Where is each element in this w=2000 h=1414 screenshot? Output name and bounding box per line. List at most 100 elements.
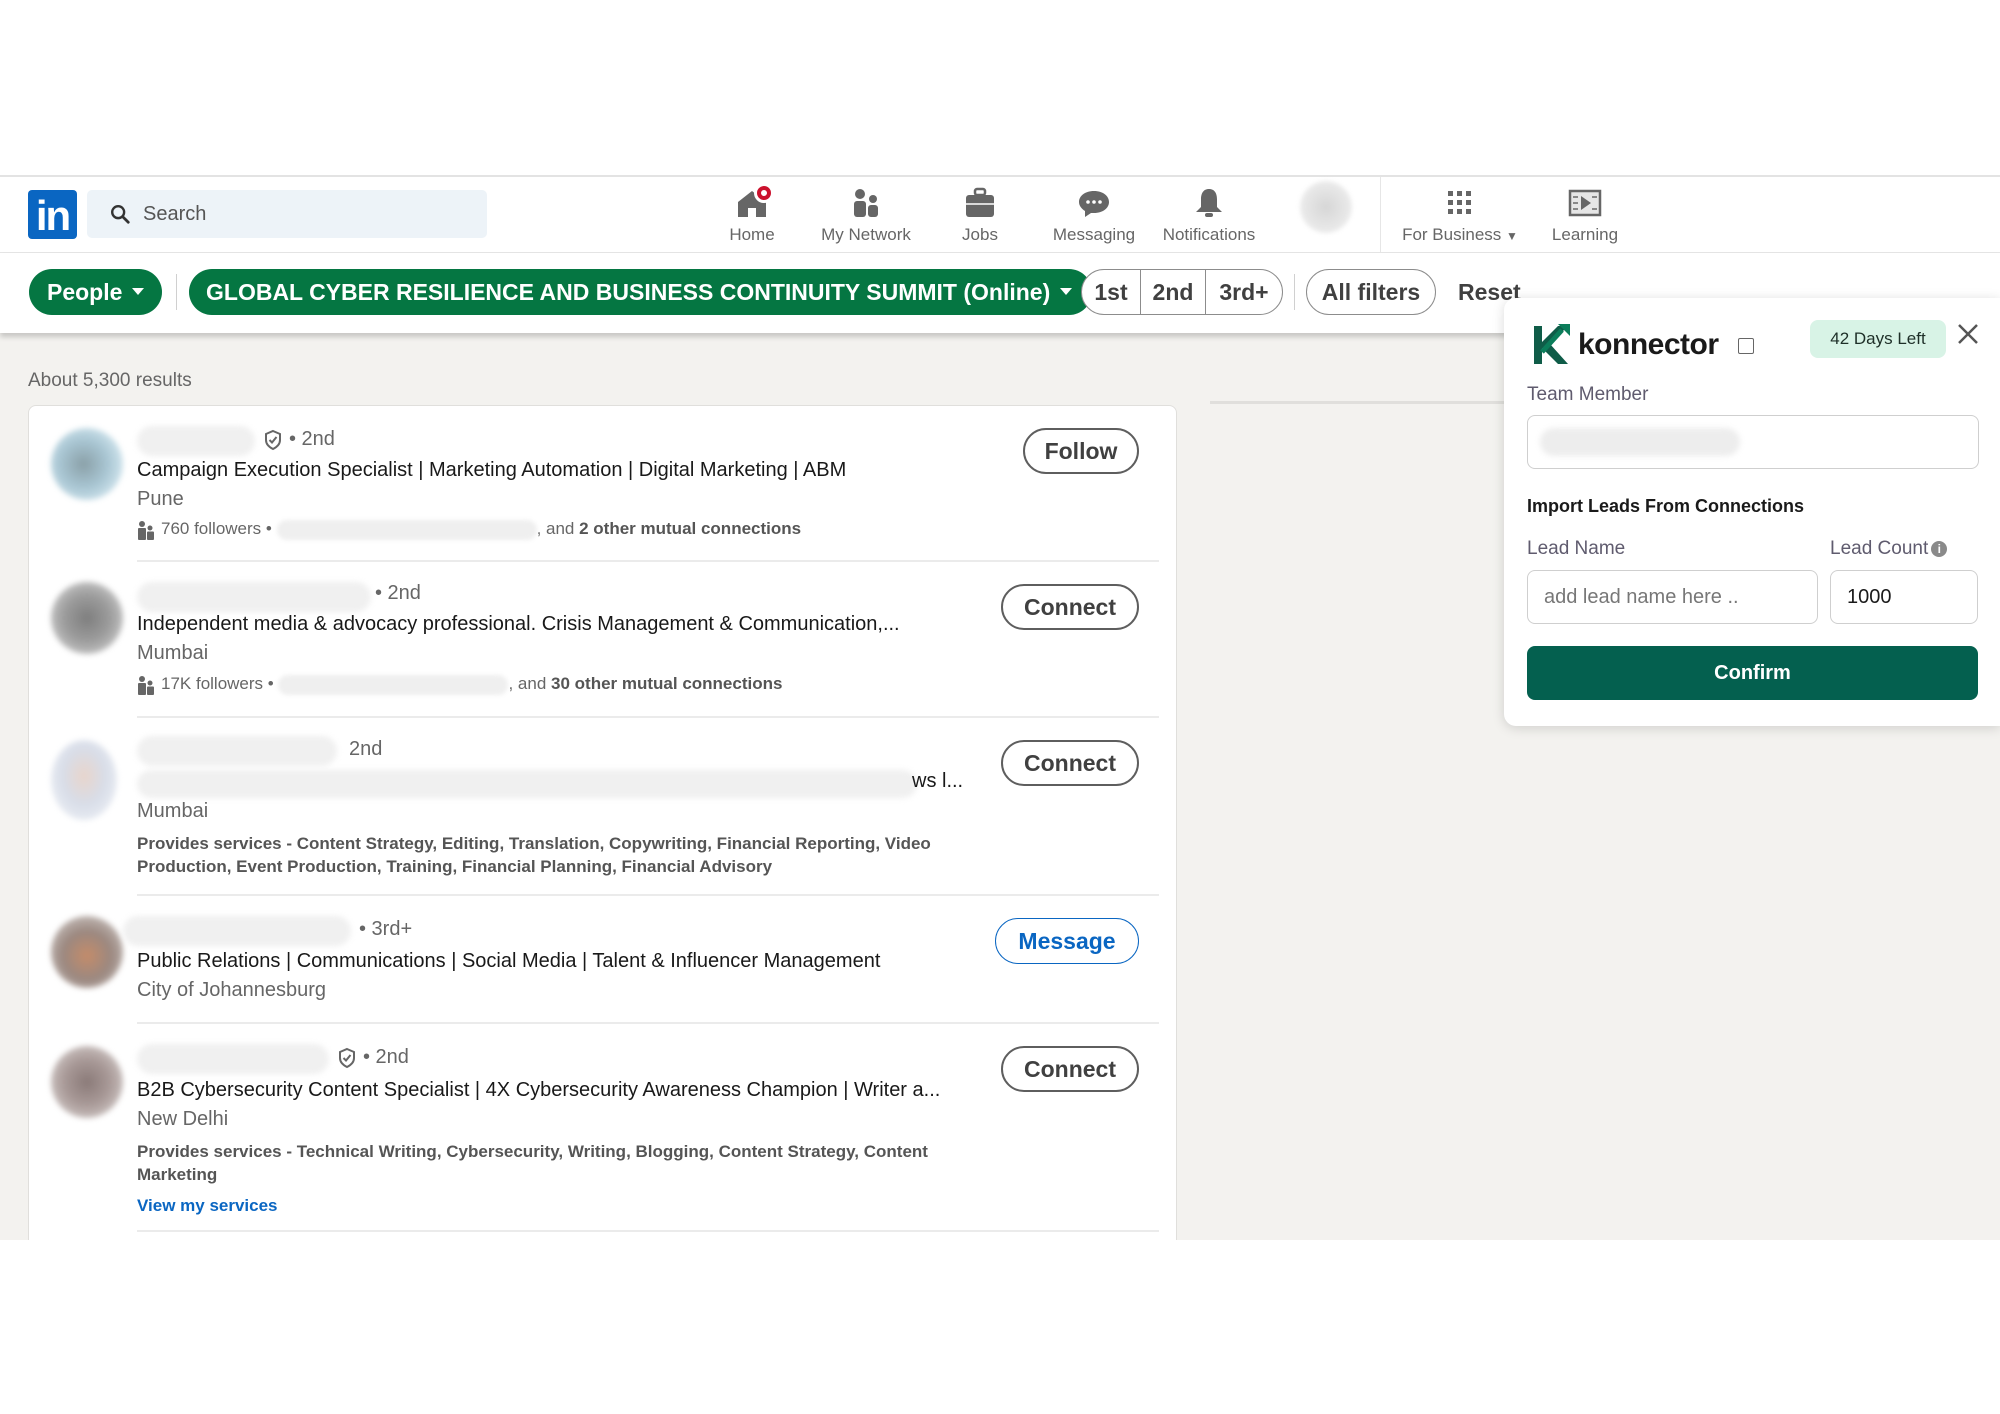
caret-down-icon: ▼ bbox=[1506, 229, 1518, 243]
nav-my-network-label: My Network bbox=[821, 225, 911, 244]
avatar[interactable] bbox=[51, 740, 117, 820]
nav-for-business-label: For Business ▼ bbox=[1402, 225, 1518, 244]
confirm-button[interactable]: Confirm bbox=[1527, 646, 1978, 700]
connect-button[interactable]: Connect bbox=[1001, 1046, 1139, 1092]
close-icon[interactable] bbox=[1954, 320, 1982, 348]
degree-3rd-label: 3rd+ bbox=[1219, 279, 1269, 305]
linkedin-logo[interactable]: in bbox=[28, 190, 77, 239]
name-redacted[interactable] bbox=[137, 582, 371, 612]
lead-name-input[interactable] bbox=[1527, 570, 1818, 624]
filter-divider bbox=[1294, 274, 1295, 310]
message-icon bbox=[1076, 185, 1112, 221]
nav-home[interactable]: Home bbox=[712, 183, 792, 249]
nav-for-business[interactable]: For Business ▼ bbox=[1394, 185, 1526, 249]
result-location: Mumbai bbox=[137, 800, 209, 822]
view-services-link[interactable]: View my services bbox=[137, 1196, 278, 1216]
people-filter-button[interactable]: People bbox=[29, 269, 163, 315]
nav-learning-label: Learning bbox=[1551, 225, 1619, 244]
result-location: City of Johannesburg bbox=[137, 979, 327, 1001]
mutual-connections-link[interactable]: 2 other mutual connections bbox=[579, 519, 801, 538]
avatar[interactable] bbox=[51, 428, 123, 500]
results-count: About 5,300 results bbox=[28, 370, 192, 391]
notification-badge bbox=[754, 183, 774, 203]
mutual-connections-link[interactable]: 30 other mutual connections bbox=[551, 674, 782, 693]
all-filters-button[interactable]: All filters bbox=[1306, 269, 1436, 315]
result-location: Mumbai bbox=[137, 642, 209, 664]
people-icon bbox=[138, 675, 154, 695]
event-filter-button[interactable]: GLOBAL CYBER RESILIENCE AND BUSINESS CON… bbox=[189, 269, 1093, 315]
nav-jobs[interactable]: Jobs bbox=[940, 185, 1020, 249]
avatar[interactable] bbox=[51, 582, 123, 654]
verified-shield-icon bbox=[339, 1047, 355, 1068]
nav-my-network[interactable]: My Network bbox=[810, 185, 922, 249]
grid-icon bbox=[1442, 185, 1478, 221]
profile-avatar[interactable] bbox=[1300, 181, 1352, 233]
nav-notifications-label: Notifications bbox=[1162, 225, 1256, 244]
info-icon[interactable]: i bbox=[1931, 540, 1948, 557]
event-filter-label: GLOBAL CYBER RESILIENCE AND BUSINESS CON… bbox=[206, 279, 1051, 305]
result-item: • 3rd+ Public Relations | Communications… bbox=[29, 896, 1178, 1024]
lead-count-input[interactable] bbox=[1830, 570, 1978, 624]
result-item: • 2nd Campaign Execution Specialist | Ma… bbox=[29, 406, 1178, 562]
message-button[interactable]: Message bbox=[995, 918, 1139, 964]
mutual-names-redacted[interactable] bbox=[278, 674, 509, 695]
right-rail-divider bbox=[1210, 401, 1510, 404]
konnector-title: konnector bbox=[1578, 328, 1719, 361]
follow-button[interactable]: Follow bbox=[1023, 428, 1139, 474]
bell-icon bbox=[1191, 185, 1227, 221]
all-filters-label: All filters bbox=[1321, 279, 1421, 305]
name-redacted[interactable] bbox=[123, 916, 351, 946]
nav-messaging-label: Messaging bbox=[1052, 225, 1136, 244]
nav-learning[interactable]: Learning bbox=[1540, 185, 1630, 249]
result-item: 2nd ws l... Mumbai Provides services - C… bbox=[29, 718, 1178, 896]
search-input[interactable] bbox=[143, 190, 473, 238]
degree-filter-group: 1st 2nd 3rd+ bbox=[1081, 269, 1283, 315]
search-icon bbox=[111, 205, 130, 224]
connect-button[interactable]: Connect bbox=[1001, 740, 1139, 786]
verified-shield-icon bbox=[265, 429, 281, 450]
result-location: New Delhi bbox=[137, 1108, 229, 1130]
caret-down-icon bbox=[132, 288, 145, 296]
result-headline[interactable]: Campaign Execution Specialist | Marketin… bbox=[137, 459, 846, 482]
name-redacted[interactable] bbox=[137, 736, 337, 766]
external-link-icon[interactable] bbox=[1738, 338, 1754, 354]
nav-home-label: Home bbox=[729, 225, 775, 244]
konnector-panel: konnector 42 Days Left Team Member Impor… bbox=[1504, 298, 2000, 726]
nav-notifications[interactable]: Notifications bbox=[1156, 185, 1262, 249]
result-headline[interactable]: B2B Cybersecurity Content Specialist | 4… bbox=[137, 1079, 940, 1102]
search-box[interactable] bbox=[87, 190, 487, 238]
result-headline-tail[interactable]: ws l... bbox=[912, 770, 963, 793]
connect-button[interactable]: Connect bbox=[1001, 584, 1139, 630]
headline-redacted[interactable] bbox=[137, 770, 917, 798]
connection-degree: • 3rd+ bbox=[359, 918, 413, 940]
result-item: • 2nd B2B Cybersecurity Content Speciali… bbox=[29, 1024, 1178, 1232]
degree-1st-label: 1st bbox=[1094, 279, 1128, 305]
team-member-redacted bbox=[1540, 428, 1740, 456]
avatar[interactable] bbox=[51, 1046, 123, 1118]
name-redacted[interactable] bbox=[137, 426, 255, 456]
degree-1st-button[interactable]: 1st bbox=[1082, 270, 1140, 314]
filter-divider bbox=[176, 274, 177, 310]
degree-2nd-button[interactable]: 2nd bbox=[1141, 270, 1205, 314]
mutual-names-redacted[interactable] bbox=[276, 519, 537, 540]
days-left-badge: 42 Days Left bbox=[1810, 320, 1946, 358]
result-headline[interactable]: Independent media & advocacy professiona… bbox=[137, 613, 900, 636]
connection-degree: 2nd bbox=[349, 738, 383, 760]
results-list: • 2nd Campaign Execution Specialist | Ma… bbox=[28, 405, 1177, 1240]
degree-3rd-button[interactable]: 3rd+ bbox=[1206, 270, 1282, 314]
avatar[interactable] bbox=[51, 916, 123, 988]
name-redacted[interactable] bbox=[137, 1044, 329, 1074]
nav-messaging[interactable]: Messaging bbox=[1046, 185, 1142, 249]
caret-down-icon bbox=[1060, 288, 1073, 296]
team-member-select[interactable] bbox=[1527, 415, 1979, 469]
result-meta: 760 followers • , and 2 other mutual con… bbox=[137, 519, 801, 540]
briefcase-icon bbox=[962, 185, 998, 221]
learning-icon bbox=[1567, 185, 1603, 221]
result-meta: 17K followers • , and 30 other mutual co… bbox=[137, 674, 782, 695]
result-headline[interactable]: Public Relations | Communications | Soci… bbox=[137, 950, 880, 973]
top-nav: in Home My Network Jobs bbox=[0, 175, 2000, 254]
lead-name-label: Lead Name bbox=[1527, 538, 1626, 559]
connection-degree: • 2nd bbox=[263, 428, 335, 451]
lead-count-label: Lead Count i bbox=[1830, 538, 1948, 560]
provides-services: Provides services - Technical Writing, C… bbox=[137, 1142, 928, 1184]
